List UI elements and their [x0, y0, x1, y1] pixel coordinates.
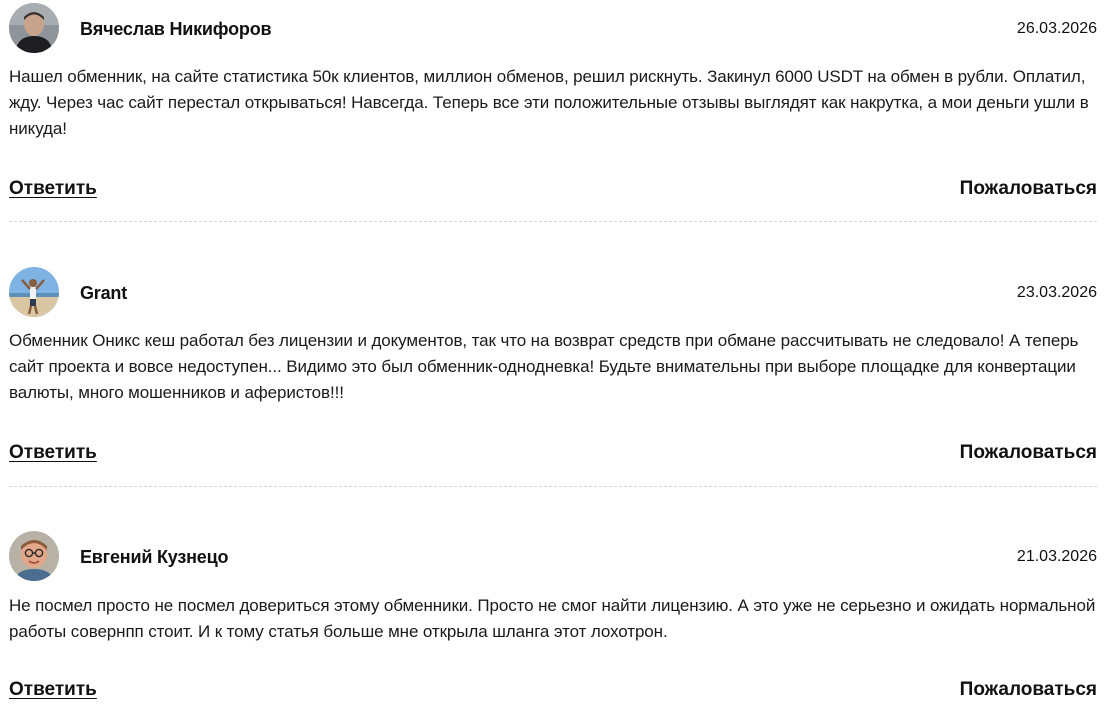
comment-divider — [9, 486, 1097, 487]
comment-text: Не посмел просто не посмел довериться эт… — [9, 596, 1096, 641]
user-avatar-icon — [9, 267, 59, 317]
user-avatar-icon — [9, 531, 59, 581]
comment-text: Нашел обменник, на сайте статистика 50к … — [9, 67, 1089, 138]
report-link[interactable]: Пожаловаться — [960, 442, 1097, 464]
comment-actions: Ответить Пожаловаться — [9, 178, 1097, 202]
user-avatar-icon — [9, 3, 59, 53]
avatar — [9, 267, 59, 317]
report-link[interactable]: Пожаловаться — [960, 178, 1097, 200]
comment-header: Grant 23.03.2026 — [9, 267, 1097, 317]
comment-header: Вячеслав Никифоров 26.03.2026 — [9, 3, 1097, 53]
comment-actions: Ответить Пожаловаться — [9, 442, 1097, 466]
comment-date: 23.03.2026 — [1016, 284, 1097, 301]
comment-author: Евгений Кузнецо — [80, 547, 229, 567]
comment-date: 26.03.2026 — [1016, 20, 1097, 37]
reply-link[interactable]: Ответить — [9, 442, 97, 464]
comment-actions: Ответить Пожаловаться — [9, 679, 1097, 703]
comment-item: Вячеслав Никифоров 26.03.2026 Нашел обме… — [9, 3, 1097, 203]
comment-date: 21.03.2026 — [1016, 548, 1097, 565]
avatar — [9, 3, 59, 53]
comment-divider — [9, 221, 1097, 222]
avatar — [9, 531, 59, 581]
reply-link[interactable]: Ответить — [9, 178, 97, 200]
comment-item: Евгений Кузнецо 21.03.2026 Не посмел про… — [9, 531, 1097, 712]
comment-header: Евгений Кузнецо 21.03.2026 — [9, 531, 1097, 581]
comment-author: Grant — [80, 283, 128, 303]
reply-link[interactable]: Ответить — [9, 679, 97, 701]
comments-list: Вячеслав Никифоров 26.03.2026 Нашел обме… — [0, 0, 1104, 712]
report-link[interactable]: Пожаловаться — [960, 679, 1097, 701]
comment-item: Grant 23.03.2026 Обменник Оникс кеш рабо… — [9, 267, 1097, 467]
comment-text: Обменник Оникс кеш работал без лицензии … — [9, 331, 1079, 402]
comment-author: Вячеслав Никифоров — [80, 19, 272, 39]
